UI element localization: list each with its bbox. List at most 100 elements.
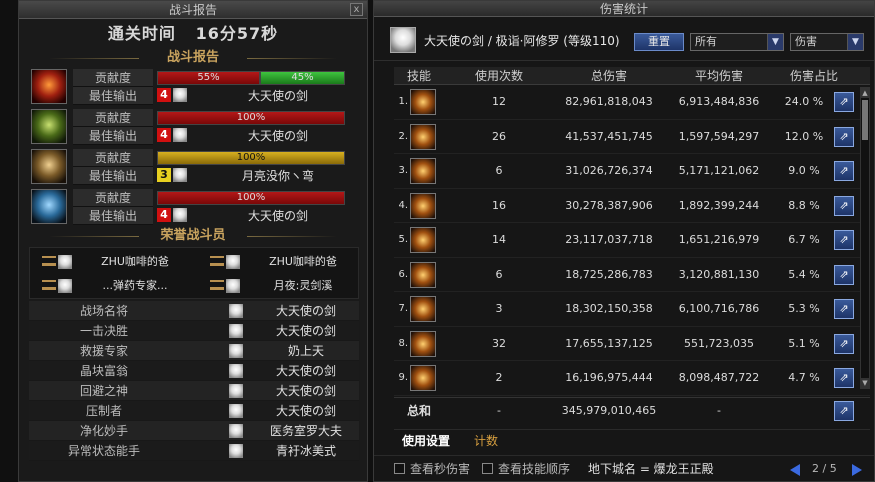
share-icon[interactable]: ⇗ bbox=[834, 264, 854, 285]
next-page-icon[interactable] bbox=[852, 464, 862, 476]
avatar bbox=[229, 344, 243, 358]
col-share[interactable]: 伤害占比 bbox=[774, 67, 854, 85]
total-damage: 23,117,037,718 bbox=[565, 233, 653, 246]
table-row[interactable]: 6. 6 18,725,286,783 3,120,881,130 5.4 % … bbox=[394, 258, 870, 292]
col-total[interactable]: 总伤害 bbox=[554, 67, 664, 85]
contribution-row: 贡献度 100% 最佳输出 3 月亮没你ヽ弯 bbox=[29, 147, 359, 187]
row-index: 2. bbox=[398, 130, 408, 142]
award-row: 战场名将 大天使の剑 bbox=[29, 301, 359, 321]
metric-select[interactable]: 伤害 ▼ bbox=[790, 33, 864, 51]
share-icon[interactable]: ⇗ bbox=[834, 92, 854, 112]
game-ui-root: 战斗报告 x 通关时间 16分57秒 战斗报告 贡献度 55% 45% 最佳输出 … bbox=[0, 0, 875, 482]
skill-icon[interactable] bbox=[410, 261, 436, 288]
avatar bbox=[229, 444, 243, 458]
close-icon[interactable]: x bbox=[350, 3, 363, 16]
avg-damage: 5,171,121,062 bbox=[678, 164, 760, 177]
share-icon[interactable]: ⇗ bbox=[834, 126, 854, 147]
tab-bar: 使用设置 计数 bbox=[394, 429, 870, 451]
contribution-label: 贡献度 bbox=[73, 109, 153, 127]
col-skill[interactable]: 技能 bbox=[394, 67, 444, 85]
share-icon[interactable]: ⇗ bbox=[834, 161, 854, 181]
skill-icon[interactable] bbox=[410, 296, 436, 322]
honor-item[interactable]: ...弹药专家... bbox=[34, 274, 200, 298]
per-second-checkbox[interactable] bbox=[394, 463, 405, 474]
contribution-bar: 45% bbox=[260, 71, 345, 85]
scrollbar[interactable]: ▲ ▼ bbox=[860, 87, 870, 389]
crown-icon bbox=[210, 280, 224, 290]
share-icon[interactable]: ⇗ bbox=[834, 230, 854, 250]
award-player: 大天使の剑 bbox=[275, 384, 336, 398]
skill-icon[interactable] bbox=[410, 158, 436, 184]
best-output-line: 最佳输出 4 大天使の剑 bbox=[73, 207, 361, 225]
use-count: 2 bbox=[495, 371, 503, 384]
share-icon[interactable]: ⇗ bbox=[834, 195, 854, 216]
row-index: 8. bbox=[398, 337, 408, 349]
metric-select-value: 伤害 bbox=[795, 35, 817, 48]
table-row[interactable]: 5. 14 23,117,037,718 1,651,216,979 6.7 %… bbox=[394, 223, 870, 258]
battle-report-panel: 战斗报告 x 通关时间 16分57秒 战斗报告 贡献度 55% 45% 最佳输出 … bbox=[18, 0, 368, 482]
total-damage: 16,196,975,444 bbox=[565, 371, 653, 384]
skill-icon[interactable] bbox=[410, 123, 436, 150]
best-output-line: 最佳输出 4 大天使の剑 bbox=[73, 87, 361, 105]
skill-icon[interactable] bbox=[410, 365, 436, 391]
share-icon[interactable]: ⇗ bbox=[834, 299, 854, 319]
tab-usage-settings[interactable]: 使用设置 bbox=[402, 430, 450, 452]
honor-item[interactable]: 月夜:灵剑溪 bbox=[202, 274, 368, 298]
use-count: 3 bbox=[495, 302, 503, 315]
contribution-line: 贡献度 100% bbox=[73, 149, 361, 167]
damage-share: 8.8 % bbox=[788, 198, 820, 212]
scroll-thumb[interactable] bbox=[862, 100, 868, 140]
share-icon[interactable]: ⇗ bbox=[834, 368, 854, 388]
skill-icon[interactable] bbox=[410, 89, 436, 115]
filter-select[interactable]: 所有 ▼ bbox=[690, 33, 784, 51]
use-count: 26 bbox=[492, 129, 506, 143]
col-avg[interactable]: 平均伤害 bbox=[669, 67, 769, 85]
damage-share: 12.0 % bbox=[784, 129, 824, 143]
best-output-name: 月亮没你ヽ弯 bbox=[241, 169, 314, 183]
honor-item[interactable]: ZHU咖啡的爸 bbox=[202, 250, 368, 274]
best-output-line: 最佳输出 3 月亮没你ヽ弯 bbox=[73, 167, 361, 185]
skill-icon[interactable] bbox=[410, 192, 436, 219]
contribution-row: 贡献度 100% 最佳输出 4 大天使の剑 bbox=[29, 187, 359, 227]
contribution-bar: 100% bbox=[157, 191, 345, 205]
use-count: 32 bbox=[492, 336, 506, 350]
damage-share: 4.7 % bbox=[788, 371, 820, 384]
award-player: 大天使の剑 bbox=[275, 404, 336, 418]
avatar bbox=[229, 364, 243, 378]
table-row[interactable]: 4. 16 30,278,387,906 1,892,399,244 8.8 %… bbox=[394, 189, 870, 223]
table-row[interactable]: 1. 12 82,961,818,043 6,913,484,836 24.0 … bbox=[394, 85, 870, 120]
avg-damage: 3,120,881,130 bbox=[678, 267, 760, 281]
honor-section-header: 荣誉战斗员 bbox=[19, 227, 367, 245]
skill-order-checkbox[interactable] bbox=[482, 463, 493, 474]
scroll-up-icon[interactable]: ▲ bbox=[861, 88, 869, 98]
skill-order-label: 查看技能顺序 bbox=[498, 462, 571, 476]
tab-count[interactable]: 计数 bbox=[474, 430, 498, 452]
avatar bbox=[173, 88, 187, 102]
honor-item[interactable]: ZHU咖啡的爸 bbox=[34, 250, 200, 274]
total-damage: 345,979,010,465 bbox=[561, 404, 657, 417]
player-name: 大天使の剑 / 极诣·阿修罗 (等级110) bbox=[424, 34, 620, 48]
share-icon[interactable]: ⇗ bbox=[834, 333, 854, 354]
skill-icon[interactable] bbox=[410, 330, 436, 357]
col-count[interactable]: 使用次数 bbox=[449, 67, 549, 85]
footer: 查看秒伤害 查看技能顺序 地下城名 = 爆龙王正殿 2 / 5 bbox=[374, 455, 874, 481]
table-row[interactable]: 9. 2 16,196,975,444 8,098,487,722 4.7 % … bbox=[394, 361, 870, 396]
honor-name: ZHU咖啡的爸 bbox=[101, 255, 169, 268]
avatar bbox=[229, 404, 243, 418]
contribution-line: 贡献度 100% bbox=[73, 109, 361, 127]
table-row[interactable]: 3. 6 31,026,726,374 5,171,121,062 9.0 % … bbox=[394, 154, 870, 189]
honor-name: ...弹药专家... bbox=[102, 279, 168, 292]
scroll-down-icon[interactable]: ▼ bbox=[861, 378, 869, 388]
table-row[interactable]: 8. 32 17,655,137,125 551,723,035 5.1 % ⇗ bbox=[394, 327, 870, 361]
table-row[interactable]: 7. 3 18,302,150,358 6,100,716,786 5.3 % … bbox=[394, 292, 870, 327]
contribution-row: 贡献度 100% 最佳输出 4 大天使の剑 bbox=[29, 107, 359, 147]
total-damage: 30,278,387,906 bbox=[565, 198, 653, 212]
prev-page-icon[interactable] bbox=[790, 464, 800, 476]
table-row[interactable]: 2. 26 41,537,451,745 1,597,594,297 12.0 … bbox=[394, 120, 870, 154]
damage-share: 24.0 % bbox=[784, 95, 824, 108]
award-row: 异常状态能手 青衧冰美式 bbox=[29, 441, 359, 461]
share-icon[interactable]: ⇗ bbox=[834, 401, 854, 421]
skill-icon[interactable] bbox=[410, 227, 436, 253]
total-damage: 31,026,726,374 bbox=[565, 164, 653, 177]
reset-button[interactable]: 重置 bbox=[634, 33, 684, 51]
